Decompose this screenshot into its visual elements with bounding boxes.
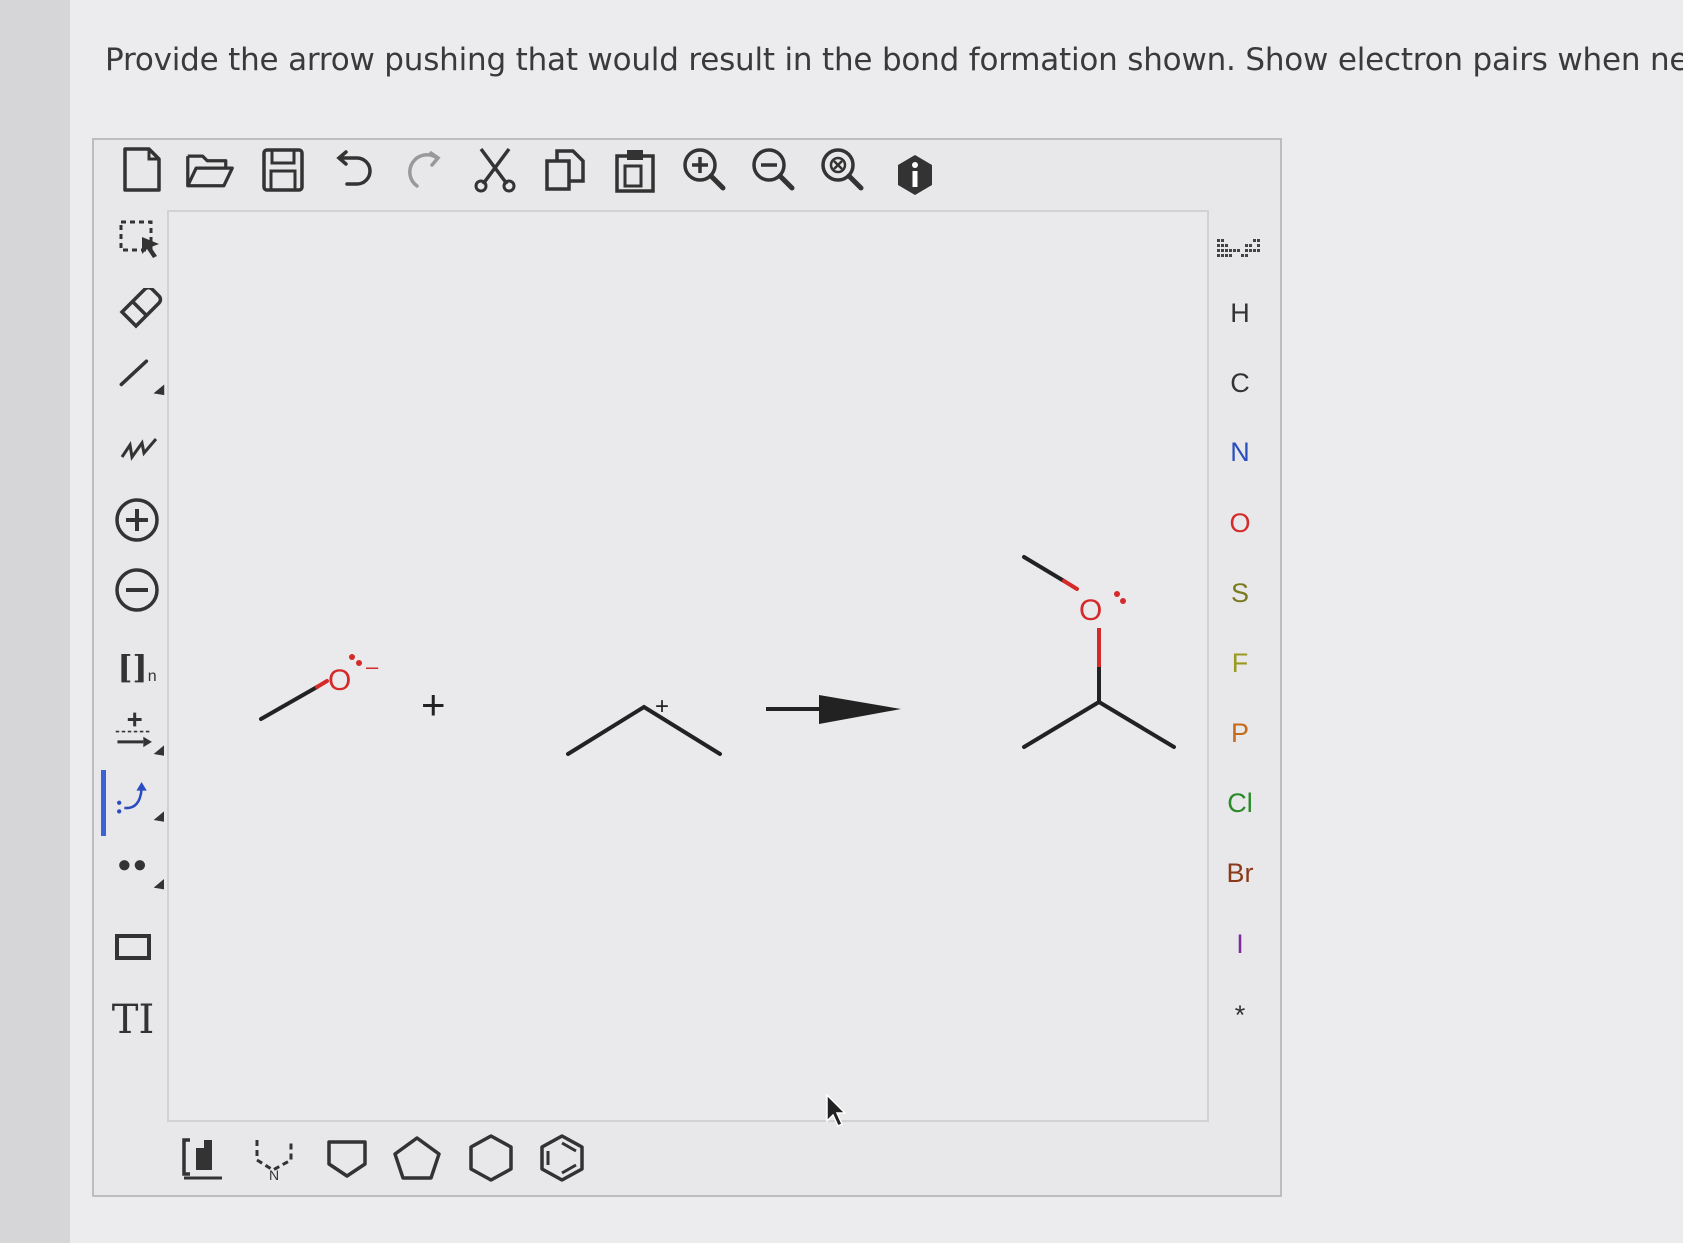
- copy-icon[interactable]: [540, 145, 590, 195]
- paste-icon[interactable]: [610, 145, 660, 195]
- cyclopentane-icon[interactable]: [392, 1133, 442, 1183]
- benzene-icon[interactable]: [537, 1133, 587, 1183]
- window-edge: [0, 0, 70, 1243]
- n-ring-label: N: [269, 1167, 279, 1182]
- text-tool-icon[interactable]: TI: [108, 995, 158, 1045]
- eraser-icon[interactable]: [116, 285, 166, 335]
- reaction-plus-sign: +: [421, 681, 446, 728]
- reactant-ethoxide[interactable]: O –: [259, 654, 379, 721]
- template-library-icon[interactable]: [177, 1133, 227, 1183]
- lone-pair-dot: [1120, 598, 1126, 604]
- lone-pair-dot: [349, 654, 355, 660]
- active-tool-indicator: [101, 770, 106, 836]
- polymer-bracket-label: []: [117, 648, 148, 686]
- reactant-isopropyl-cation[interactable]: +: [566, 693, 722, 756]
- curved-arrow-tool-icon[interactable]: [114, 776, 164, 826]
- lone-pair-dot: [1114, 591, 1120, 597]
- element-bromine[interactable]: Br: [1210, 858, 1270, 889]
- zoom-reset-icon[interactable]: [818, 145, 868, 195]
- product-oxygen: O: [1079, 594, 1102, 627]
- polymer-bracket-icon[interactable]: [] n: [112, 642, 162, 692]
- element-hydrogen[interactable]: H: [1210, 298, 1270, 329]
- lone-pair-dot: [356, 660, 362, 666]
- reaction-arrow[interactable]: [766, 695, 901, 724]
- positive-charge-icon[interactable]: [112, 495, 162, 545]
- reactant1-oxygen: O: [328, 664, 351, 697]
- element-nitrogen[interactable]: N: [1210, 437, 1270, 468]
- product-ether[interactable]: O: [1022, 555, 1176, 749]
- drawing-canvas[interactable]: O – + + O: [167, 210, 1209, 1122]
- rectangle-tool-icon[interactable]: [108, 922, 158, 972]
- undo-icon[interactable]: [330, 145, 380, 195]
- reaction-arrow-tool-icon[interactable]: [114, 710, 164, 760]
- reactant1-negative-charge: –: [366, 654, 379, 679]
- info-icon[interactable]: [890, 150, 940, 200]
- cyclobutane-icon[interactable]: [322, 1133, 372, 1183]
- redo-icon[interactable]: [400, 145, 450, 195]
- template-n-ring-icon[interactable]: N: [250, 1133, 300, 1183]
- electron-pair-tool-icon[interactable]: [114, 848, 164, 898]
- question-text: Provide the arrow pushing that would res…: [105, 42, 1683, 78]
- element-oxygen[interactable]: O: [1210, 508, 1270, 539]
- chain-tool-icon[interactable]: [116, 422, 166, 472]
- polymer-subscript: n: [147, 668, 157, 685]
- periodic-table-icon[interactable]: [1215, 225, 1265, 275]
- carbocation-charge: +: [655, 693, 669, 720]
- cut-icon[interactable]: [470, 145, 520, 195]
- element-any-atom[interactable]: *: [1210, 1000, 1270, 1031]
- text-tool-label: T: [111, 997, 139, 1043]
- zoom-out-icon[interactable]: [749, 145, 799, 195]
- negative-charge-icon[interactable]: [112, 565, 162, 615]
- element-fluorine[interactable]: F: [1210, 648, 1270, 679]
- open-folder-icon[interactable]: [185, 145, 235, 195]
- element-iodine[interactable]: I: [1210, 929, 1270, 960]
- text-cursor-icon: I: [138, 997, 155, 1043]
- cyclohexane-icon[interactable]: [466, 1133, 516, 1183]
- element-sulfur[interactable]: S: [1210, 578, 1270, 609]
- select-tool-icon[interactable]: [116, 215, 166, 265]
- element-phosphorus[interactable]: P: [1210, 718, 1270, 749]
- element-carbon[interactable]: C: [1210, 368, 1270, 399]
- save-icon[interactable]: [258, 145, 308, 195]
- single-bond-tool-icon[interactable]: [116, 355, 166, 405]
- element-chlorine[interactable]: Cl: [1210, 788, 1270, 819]
- zoom-in-icon[interactable]: [680, 145, 730, 195]
- new-document-icon[interactable]: [117, 145, 167, 195]
- mouse-pointer-icon: [825, 1093, 849, 1134]
